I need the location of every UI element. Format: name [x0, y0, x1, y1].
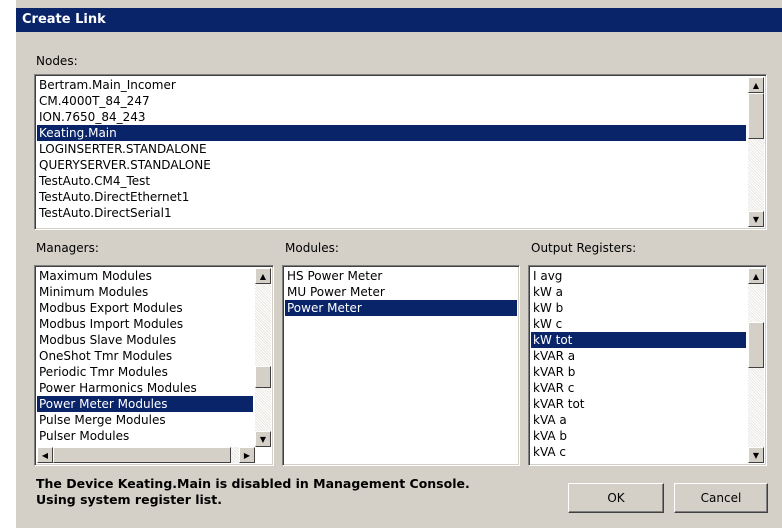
dialog-titlebar: Create Link	[16, 8, 782, 32]
status-message: The Device Keating.Main is disabled in M…	[36, 476, 470, 508]
list-item[interactable]: CM.4000T_84_247	[37, 93, 746, 109]
scroll-up-arrow-icon[interactable]: ▲	[748, 77, 764, 93]
list-item[interactable]: kVAR c	[531, 380, 746, 396]
list-item[interactable]: Modbus Slave Modules	[37, 332, 253, 348]
list-item[interactable]: Power Meter	[285, 300, 517, 316]
list-item[interactable]: QUERYSERVER.STANDALONE	[37, 157, 746, 173]
scroll-down-arrow-icon[interactable]: ▼	[748, 211, 764, 227]
list-item[interactable]: kVA c	[531, 444, 746, 460]
list-item[interactable]: Modbus Export Modules	[37, 300, 253, 316]
list-item[interactable]: Keating.Main	[37, 125, 746, 141]
managers-horizontal-scrollbar[interactable]: ◀ ▶	[37, 447, 255, 463]
managers-scroll-thumb[interactable]	[255, 366, 271, 388]
output-registers-listbox[interactable]: I avg kW a kW b kW c kW tot kVAR a kVAR b kVAR …	[528, 265, 767, 466]
list-item[interactable]: Pulser Modules	[37, 428, 253, 444]
list-item[interactable]: ION.7650_84_243	[37, 109, 746, 125]
list-item[interactable]: OneShot Tmr Modules	[37, 348, 253, 364]
nodes-listbox[interactable]: Bertram.Main_Incomer CM.4000T_84_247 ION.7…	[34, 74, 767, 230]
status-message-line1: The Device Keating.Main is disabled in M…	[36, 476, 470, 491]
nodes-label: Nodes:	[36, 54, 78, 68]
list-item[interactable]: TestAuto.CM4_Test	[37, 173, 746, 189]
list-item[interactable]: Modbus Import Modules	[37, 316, 253, 332]
background-edge	[0, 0, 16, 528]
cancel-button[interactable]: Cancel	[674, 483, 768, 513]
list-item[interactable]: Pulse Merge Modules	[37, 412, 253, 428]
list-item[interactable]: MU Power Meter	[285, 284, 517, 300]
nodes-scroll-thumb[interactable]	[748, 93, 764, 139]
list-item[interactable]: Power Meter Modules	[37, 396, 253, 412]
list-item[interactable]: Minimum Modules	[37, 284, 253, 300]
output-registers-vertical-scrollbar[interactable]: ▲ ▼	[748, 268, 764, 463]
list-item[interactable]: kVAR b	[531, 364, 746, 380]
list-item[interactable]: I avg	[531, 268, 746, 284]
scroll-down-arrow-icon[interactable]: ▼	[748, 447, 764, 463]
list-item[interactable]: HS Power Meter	[285, 268, 517, 284]
output-registers-scroll-thumb[interactable]	[748, 322, 764, 368]
list-item[interactable]: Bertram.Main_Incomer	[37, 77, 746, 93]
modules-list: HS Power Meter MU Power Meter Power Meter	[285, 268, 517, 463]
list-item[interactable]: kW c	[531, 316, 746, 332]
managers-label: Managers:	[36, 241, 99, 255]
list-item[interactable]: kW a	[531, 284, 746, 300]
list-item[interactable]: kVA b	[531, 428, 746, 444]
scroll-right-arrow-icon[interactable]: ▶	[239, 447, 255, 463]
modules-listbox[interactable]: HS Power Meter MU Power Meter Power Meter	[282, 265, 520, 466]
scroll-up-arrow-icon[interactable]: ▲	[255, 268, 271, 284]
nodes-list: Bertram.Main_Incomer CM.4000T_84_247 ION.7…	[37, 77, 746, 227]
nodes-vertical-scrollbar[interactable]: ▲ ▼	[748, 77, 764, 227]
output-registers-list: I avg kW a kW b kW c kW tot kVAR a kVAR b kVAR …	[531, 268, 746, 463]
list-item[interactable]: kW b	[531, 300, 746, 316]
output-registers-label: Output Registers:	[531, 241, 637, 255]
list-item[interactable]: kVAR a	[531, 348, 746, 364]
list-item[interactable]: TestAuto.DirectEthernet1	[37, 189, 746, 205]
managers-vertical-scrollbar[interactable]: ▲ ▼	[255, 268, 271, 447]
list-item[interactable]: LOGINSERTER.STANDALONE	[37, 141, 746, 157]
scroll-down-arrow-icon[interactable]: ▼	[255, 431, 271, 447]
ok-button[interactable]: OK	[568, 483, 664, 513]
list-item[interactable]: kVAR tot	[531, 396, 746, 412]
managers-listbox[interactable]: Maximum Modules Minimum Modules Modbus Exp…	[34, 265, 274, 466]
dialog-title: Create Link	[22, 12, 106, 27]
status-message-line2: Using system register list.	[36, 492, 222, 507]
list-item[interactable]: kW tot	[531, 332, 746, 348]
managers-list: Maximum Modules Minimum Modules Modbus Exp…	[37, 268, 253, 445]
list-item[interactable]: Periodic Tmr Modules	[37, 364, 253, 380]
modules-label: Modules:	[285, 241, 339, 255]
list-item[interactable]: Power Harmonics Modules	[37, 380, 253, 396]
scroll-up-arrow-icon[interactable]: ▲	[748, 268, 764, 284]
managers-hscroll-thumb[interactable]	[53, 447, 231, 463]
scroll-left-arrow-icon[interactable]: ◀	[37, 447, 53, 463]
list-item[interactable]: TestAuto.DirectSerial1	[37, 205, 746, 221]
list-item[interactable]: kVA a	[531, 412, 746, 428]
list-item[interactable]: Maximum Modules	[37, 268, 253, 284]
